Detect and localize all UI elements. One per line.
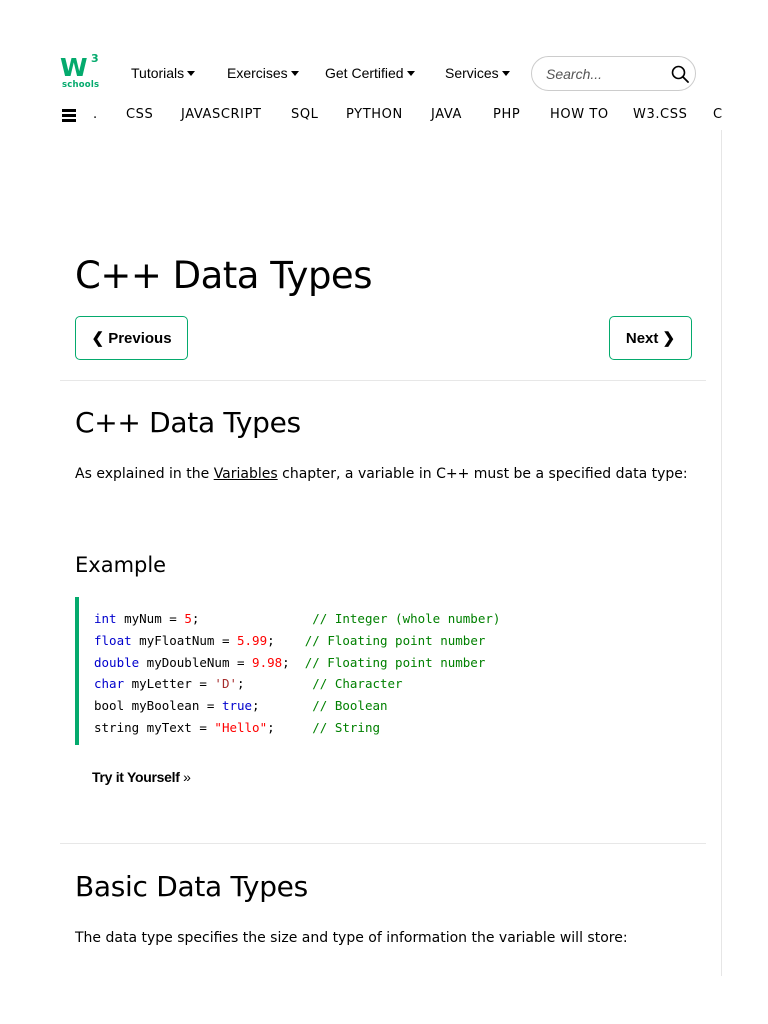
search-box	[531, 56, 696, 91]
next-button[interactable]: Next ❯	[609, 316, 692, 360]
previous-button[interactable]: ❮ Previous	[75, 316, 188, 360]
code-block: int myNum = 5; // Integer (whole number)…	[94, 611, 501, 735]
subnav-item-sql[interactable]: SQL	[291, 107, 319, 122]
subnav-item-cut[interactable]: .	[93, 107, 98, 122]
caret-down-icon	[501, 70, 510, 76]
subnav-item-css[interactable]: CSS	[126, 107, 153, 122]
chevron-right-icon: ❯	[662, 330, 676, 347]
basic-types-intro: The data type specifies the size and typ…	[75, 930, 628, 946]
subnav-item-c[interactable]: C	[713, 107, 722, 122]
logo-superscript: 3	[91, 52, 99, 65]
intro-text-before: As explained in the	[75, 466, 214, 482]
nav-services-dropdown[interactable]: Services	[445, 63, 510, 83]
next-label: Next	[625, 329, 659, 347]
subnav-item-php[interactable]: PHP	[493, 107, 520, 122]
caret-down-icon	[406, 70, 415, 76]
logo-mark: W	[60, 53, 88, 82]
divider	[60, 843, 706, 844]
variables-link[interactable]: Variables	[214, 466, 278, 482]
menu-icon[interactable]	[62, 109, 76, 122]
w3schools-logo[interactable]: W 3 schools	[60, 52, 102, 93]
caret-down-icon	[290, 70, 299, 76]
nav-get-certified-label: Get Certified	[325, 65, 404, 81]
subnav-item-how-to[interactable]: HOW TO	[550, 107, 609, 122]
subnav-item-java[interactable]: JAVA	[431, 107, 462, 122]
caret-down-icon	[187, 70, 196, 76]
nav-services-label: Services	[445, 65, 499, 81]
subnav-item-w3css[interactable]: W3.CSS	[633, 107, 687, 122]
content-right-border	[721, 130, 722, 976]
try-it-yourself-button[interactable]: Try it Yourself »	[92, 769, 191, 785]
intro-text-after: chapter, a variable in C++ must be a spe…	[277, 466, 688, 482]
divider	[60, 380, 706, 381]
nav-tutorials-label: Tutorials	[131, 65, 185, 81]
page-title: C++ Data Types	[75, 254, 372, 297]
section-intro: As explained in the Variables chapter, a…	[75, 464, 695, 485]
basic-types-heading: Basic Data Types	[75, 870, 308, 903]
logo-wordmark: schools	[62, 80, 100, 90]
nav-exercises-dropdown[interactable]: Exercises	[227, 63, 299, 83]
raquo-icon: »	[183, 769, 191, 785]
try-it-label: Try it Yourself	[92, 769, 180, 785]
chevron-left-icon: ❮	[91, 330, 105, 347]
nav-get-certified-dropdown[interactable]: Get Certified	[325, 63, 415, 83]
subnav-item-javascript[interactable]: JAVASCRIPT	[181, 107, 262, 122]
nav-tutorials-dropdown[interactable]: Tutorials	[131, 63, 196, 83]
section-heading: C++ Data Types	[75, 406, 301, 439]
search-input[interactable]	[546, 65, 664, 83]
nav-exercises-label: Exercises	[227, 65, 288, 81]
topic-subnav: . CSS JAVASCRIPT SQL PYTHON JAVA PHP HOW…	[0, 104, 722, 128]
subnav-item-python[interactable]: PYTHON	[346, 107, 403, 122]
top-bar: W 3 schools Tutorials Exercises Get Cert…	[0, 0, 768, 100]
code-example: int myNum = 5; // Integer (whole number)…	[75, 597, 695, 745]
previous-label: Previous	[108, 329, 172, 347]
search-icon[interactable]	[671, 65, 689, 83]
example-heading: Example	[75, 553, 167, 577]
